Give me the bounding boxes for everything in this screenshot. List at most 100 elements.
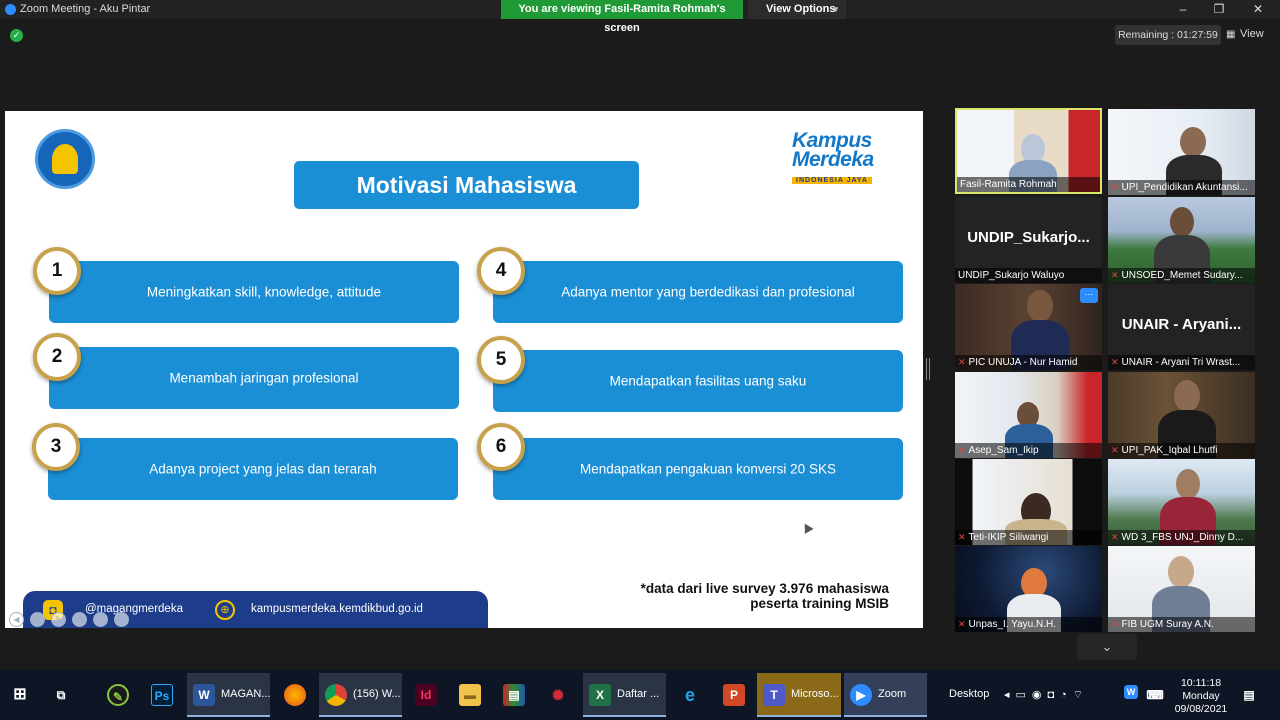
gallery-scroll-down-button[interactable]: ⌄ [1077,634,1137,660]
taskbar-app-chrome[interactable]: (156) W... [319,673,402,717]
mic-muted-icon: ✕ [1111,445,1119,455]
taskbar-app-excel[interactable]: X Daftar ... [583,673,666,717]
more-icon[interactable]: ⋯ [114,612,129,627]
chevron-down-icon: ▾ [833,4,838,14]
participant-tile[interactable]: ✕ UPI_Pendidikan Akuntansi... [1108,109,1255,195]
item-number-badge: 2 [33,333,81,381]
more-options-icon[interactable]: ⋯ [1080,288,1098,303]
participant-tile[interactable]: ✕ Teti-IKIP Siliwangi [955,459,1102,545]
minimize-button[interactable]: – [1165,0,1201,19]
mic-muted-icon: ✕ [958,445,966,455]
desktop-label: Desktop [949,688,990,700]
task-view-button[interactable]: ⧉ [42,673,80,717]
taskbar-app-word[interactable]: W MAGAN... [187,673,271,717]
taskbar-pin[interactable]: Id [406,673,446,717]
winrar-icon: ▤ [503,684,525,706]
notification-icon: ▤ [1243,688,1255,702]
mic-muted-icon: ✕ [1111,182,1119,192]
view-options-button[interactable]: View Options ▾ [748,0,846,19]
taskbar-app-label: Microso... [791,688,839,700]
taskbar-app-teams[interactable]: T Microso... [757,673,841,717]
item-number-badge: 6 [477,423,525,471]
view-layout-button[interactable]: ▦ View [1226,24,1274,44]
powerpoint-icon: P [723,684,745,706]
participant-name: ✕ UPI_Pendidikan Akuntansi... [1108,180,1255,195]
participant-face [1168,556,1194,588]
window-title: Zoom Meeting - Aku Pintar [20,3,151,15]
motivation-item-3: Adanya project yang jelas dan terarah [48,438,458,500]
system-tray: ◂▭◉◘◔⌔ W [998,673,1148,717]
participant-display-name: UNAIR - Aryani... [1121,316,1242,333]
close-button[interactable]: ✕ [1240,0,1276,19]
zoom-icon: ▶ [850,684,872,706]
windows-icon: ⊞ [13,686,27,703]
slides-icon[interactable]: ▢ [72,612,87,627]
slide-title: Motivasi Mahasiswa [294,161,639,209]
note-line2: peserta training MSIB [750,596,889,611]
participant-face [1170,207,1194,237]
mendeley-icon: ✺ [552,687,564,703]
taskbar-pin[interactable]: P [714,673,754,717]
item-text: Meningkatkan skill, knowledge, attitude [146,284,382,300]
restore-button[interactable]: ❐ [1201,0,1237,19]
participant-face [1027,290,1053,322]
taskbar-pin[interactable] [275,673,315,717]
motivation-item-4: Adanya mentor yang berdedikasi dan profe… [493,261,903,323]
view-label: View [1240,28,1264,40]
clock[interactable]: 10:11:18 Monday 09/08/2021 [1172,673,1230,717]
participant-name: ✕ UPI_PAK_Iqbal Lhutfi [1108,443,1255,458]
item-text: Adanya mentor yang berdedikasi dan profe… [561,284,855,300]
participant-tile[interactable]: UNAIR - Aryani... ✕ UNAIR - Aryani Tri Wr… [1108,284,1255,370]
start-button[interactable]: ⊞ [0,673,40,717]
item-number-badge: 1 [33,247,81,295]
mic-muted-icon: ✕ [958,532,966,542]
view-options-label: View Options [766,3,836,15]
taskbar-pin[interactable]: ✺ [538,673,578,717]
participant-tile[interactable]: ✕ Asep_Sam_Ikip [955,372,1102,458]
firefox-icon [284,684,306,706]
mic-muted-icon: ✕ [958,357,966,367]
notifications-button[interactable]: ▤ [1236,673,1264,717]
participant-name: ✕ WD 3_FBS UNJ_Dinny D... [1108,530,1255,545]
taskbar-app-zoom[interactable]: ▶ Zoom [844,673,927,717]
participant-tile[interactable]: Fasil-Ramita Rohmah [955,108,1102,194]
desktop-toolbar[interactable]: Desktop [945,673,993,717]
chrome-icon [325,684,347,706]
participant-tile[interactable]: ⋯ ✕ PIC UNUJA - Nur Hamid [955,284,1102,370]
shield-icon[interactable]: ✓ [10,29,23,42]
keyboard-icon: ⌨ [1146,688,1164,702]
participant-tile[interactable]: ✕ UPI_PAK_Iqbal Lhutfi [1108,372,1255,458]
participant-display-name: UNDIP_Sukarjo... [967,229,1090,246]
taskbar-pin[interactable]: ▬ [450,673,490,717]
zoom-icon[interactable]: ⌕ [93,612,108,627]
taskbar-pin[interactable]: Ps [142,673,182,717]
keyboard-button[interactable]: ⌨ [1142,673,1170,717]
participant-tile[interactable]: ✕ UNSOED_Memet Sudary... [1108,197,1255,283]
participant-face [1176,469,1200,499]
participant-name: UNDIP_Sukarjo Waluyo [955,268,1102,283]
participant-tile[interactable]: ✕ Unpas_I. Yayu.N.H. [955,546,1102,632]
participant-tile[interactable]: ✕ FIB UGM Suray A.N. [1108,546,1255,632]
remaining-time: Remaining : 01:27:59 [1115,25,1221,45]
clock-day: Monday [1182,690,1220,702]
taskbar-pin[interactable]: ✎ [98,673,138,717]
mic-muted-icon: ✕ [1111,532,1119,542]
participant-face [1174,380,1200,412]
participant-name: ✕ PIC UNUJA - Nur Hamid [955,355,1102,370]
taskbar-pin[interactable]: e [670,673,710,717]
survey-note: *data dari live survey 3.976 mahasiswa p… [641,581,889,611]
logo-line2: Merdeka [792,148,874,171]
pen-icon[interactable]: ✎ [51,612,66,627]
panel-resize-handle[interactable] [926,358,930,380]
participant-tile[interactable]: ✕ WD 3_FBS UNJ_Dinny D... [1108,459,1255,545]
taskbar-app-label: MAGAN... [221,688,271,700]
taskbar-pin[interactable]: ▤ [494,673,534,717]
word-tray-icon[interactable]: W [1124,685,1138,699]
next-icon[interactable]: ▶ [30,612,45,627]
excel-icon: X [589,684,611,706]
participant-name: ✕ Unpas_I. Yayu.N.H. [955,617,1102,632]
word-icon: W [193,684,215,706]
tray-icons[interactable]: ◂▭◉◘◔⌔ [1004,688,1089,702]
previous-icon[interactable]: ◀ [9,612,24,627]
participant-tile[interactable]: UNDIP_Sukarjo... UNDIP_Sukarjo Waluyo [955,197,1102,283]
